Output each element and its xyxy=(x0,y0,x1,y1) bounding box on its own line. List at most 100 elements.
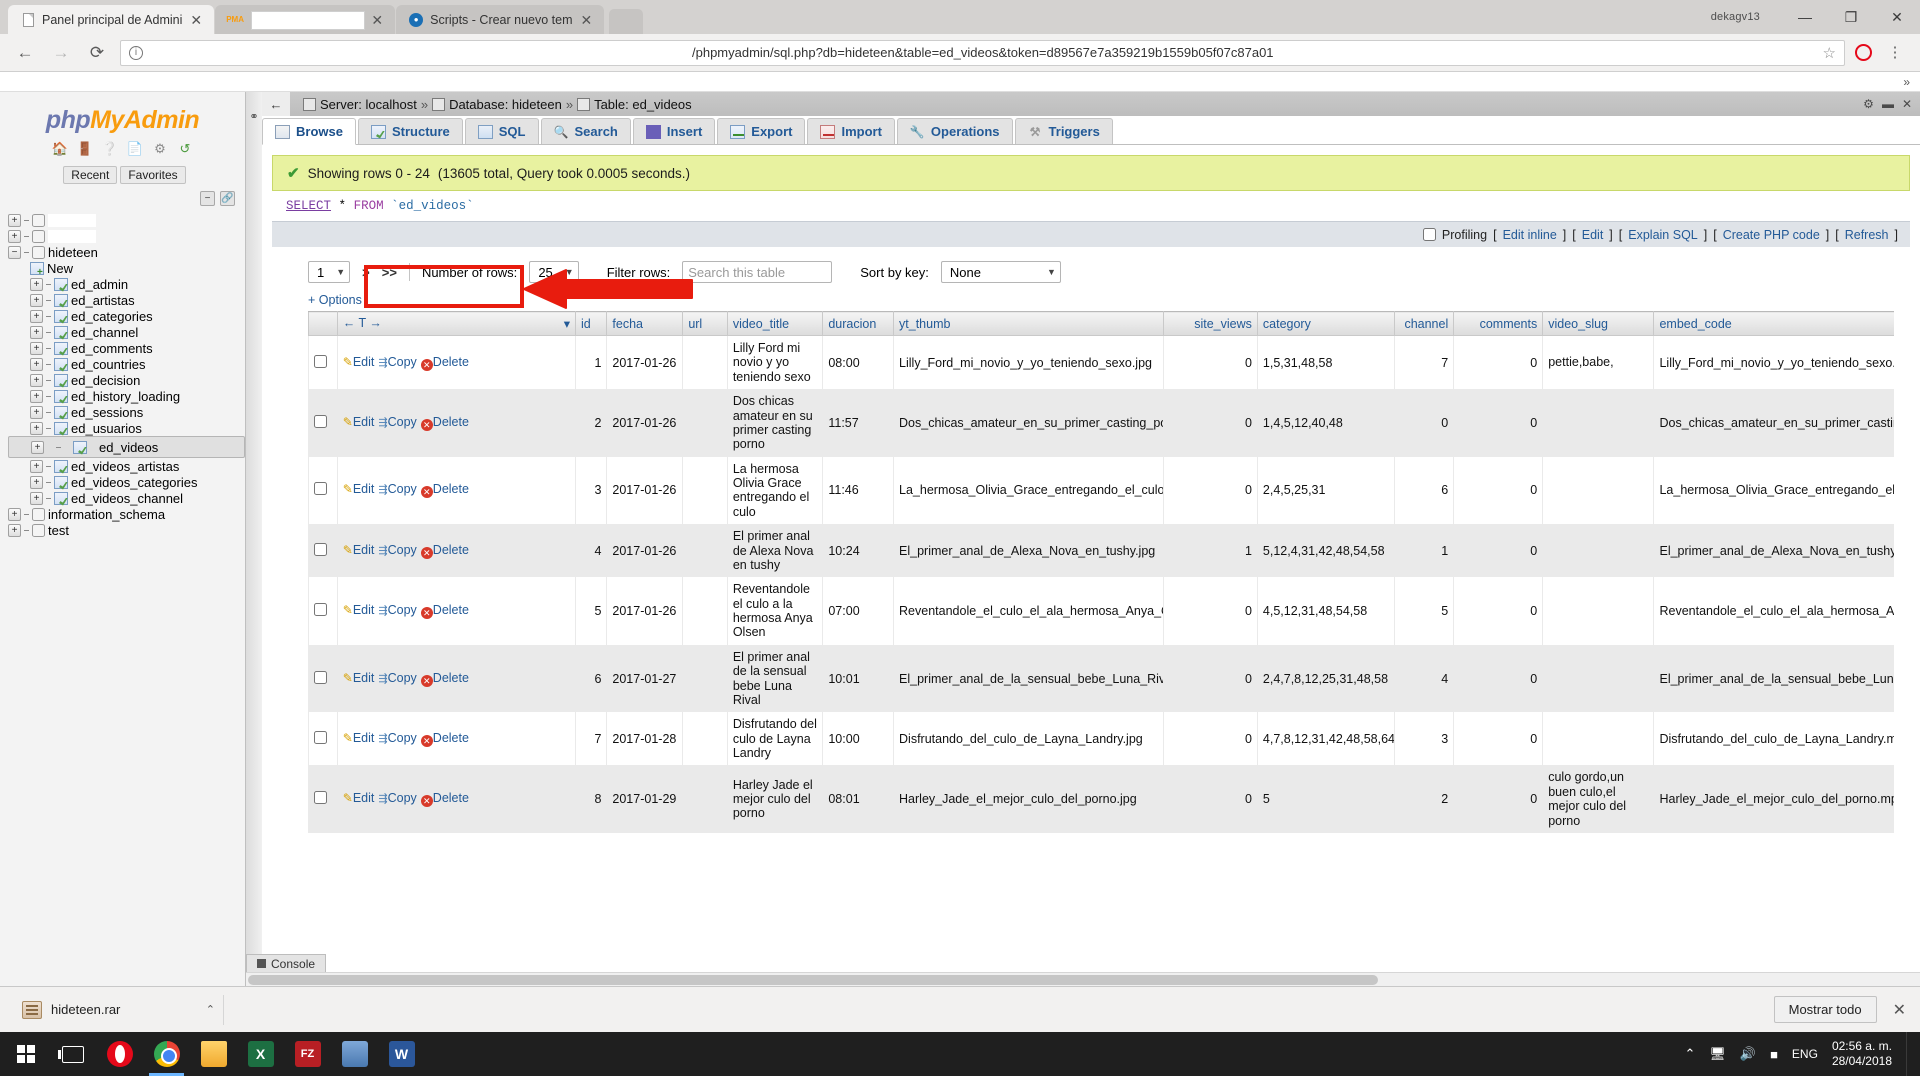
new-tab-button[interactable] xyxy=(609,9,644,34)
delete-link[interactable]: Delete xyxy=(433,482,469,496)
expand-icon[interactable]: + xyxy=(30,277,43,291)
sidebar-table-ed_videos_channel[interactable]: + ed_videos_channel xyxy=(8,490,245,506)
edit-icon[interactable]: ✎ xyxy=(343,731,353,745)
col-header-fecha[interactable]: fecha xyxy=(606,311,684,336)
expand-icon[interactable]: + xyxy=(30,325,43,339)
options-toggle[interactable]: + Options xyxy=(272,293,1910,307)
row-actions-cell[interactable]: ✎Edit ⇶Copy ✕ Delete xyxy=(336,524,577,578)
delete-link[interactable]: Delete xyxy=(433,415,469,429)
delete-icon[interactable]: ✕ xyxy=(420,795,433,808)
sort-order-header[interactable]: ← T → ▾ xyxy=(336,311,577,336)
delete-icon[interactable]: ✕ xyxy=(420,358,433,371)
expand-icon[interactable]: + xyxy=(30,389,43,403)
sidebar-table-ed_decision[interactable]: + ed_decision xyxy=(8,372,245,388)
refresh-link[interactable]: Refresh xyxy=(1845,228,1889,242)
refresh-icon[interactable]: ↺ xyxy=(176,140,194,158)
copy-link[interactable]: Copy xyxy=(388,603,417,617)
delete-icon[interactable]: ✕ xyxy=(420,734,433,747)
copy-link[interactable]: Copy xyxy=(388,791,417,805)
copy-icon[interactable]: ⇶ xyxy=(378,484,387,496)
row-actions-cell[interactable]: ✎Edit ⇶Copy ✕ Delete xyxy=(336,577,577,645)
delete-icon[interactable]: ✕ xyxy=(420,546,433,559)
show-desktop-button[interactable] xyxy=(1906,1032,1912,1076)
row-checkbox[interactable] xyxy=(314,603,327,616)
db-test[interactable]: + test xyxy=(8,522,245,538)
sort-by-key-select[interactable]: None ▼ xyxy=(940,261,1061,283)
row-checkbox-cell[interactable] xyxy=(308,577,338,645)
back-icon[interactable]: ← xyxy=(12,40,38,66)
download-item[interactable]: hideteen.rar ⌃ xyxy=(14,994,224,1025)
delete-link[interactable]: Delete xyxy=(433,543,469,557)
address-bar[interactable]: i /phpmyadmin/sql.php?db=hideteen&table=… xyxy=(120,39,1845,66)
docs-icon[interactable]: 📄 xyxy=(126,140,144,158)
sql-query-display[interactable]: SELECT * FROM `ed_videos` xyxy=(272,191,1910,221)
expand-icon[interactable]: + xyxy=(30,475,43,489)
table-row[interactable]: ✎Edit ⇶Copy ✕ Delete 2 2017-01-26 Dos chicas a… xyxy=(308,389,1894,457)
row-checkbox-cell[interactable] xyxy=(308,335,338,390)
file-explorer-icon[interactable] xyxy=(190,1032,237,1076)
console-button[interactable]: Console xyxy=(246,954,327,972)
maximize-button[interactable]: ❐ xyxy=(1828,3,1874,31)
copy-link[interactable]: Copy xyxy=(388,731,417,745)
row-checkbox[interactable] xyxy=(314,354,327,368)
edit-link[interactable]: Edit xyxy=(353,671,375,685)
taskbar-clock[interactable]: 02:56 a. m. 28/04/2018 xyxy=(1832,1039,1892,1069)
db-blank-1[interactable]: + xyxy=(8,212,245,228)
row-checkbox[interactable] xyxy=(314,414,327,428)
collapse-all-icon[interactable]: − xyxy=(200,191,215,206)
copy-link[interactable]: Copy xyxy=(388,415,417,429)
chrome-icon[interactable] xyxy=(143,1032,190,1076)
browser-tab-1[interactable]: Panel principal de Admini ✕ xyxy=(8,5,215,34)
forward-icon[interactable]: → xyxy=(48,40,74,66)
row-actions-cell[interactable]: ✎Edit ⇶Copy ✕ Delete xyxy=(336,389,577,457)
edit-icon[interactable]: ✎ xyxy=(343,482,353,496)
browser-tab-2[interactable]: PMA ✕ xyxy=(215,5,396,34)
edit-icon[interactable]: ✎ xyxy=(343,355,353,369)
expand-icon[interactable]: + xyxy=(8,229,21,243)
copy-icon[interactable]: ⇶ xyxy=(378,545,387,557)
close-icon[interactable]: ✕ xyxy=(579,13,595,27)
sidebar-table-ed_artistas[interactable]: + ed_artistas xyxy=(8,292,245,308)
delete-link[interactable]: Delete xyxy=(433,731,469,745)
copy-icon[interactable]: ⇶ xyxy=(378,673,387,685)
edit-link[interactable]: Edit xyxy=(353,415,375,429)
sidebar-table-ed_videos[interactable]: + ed_videos xyxy=(8,436,245,458)
edit-icon[interactable]: ✎ xyxy=(343,671,353,685)
settings-icon[interactable]: ⚙ xyxy=(1863,97,1874,111)
sidebar-table-ed_videos_categories[interactable]: + ed_videos_categories xyxy=(8,474,245,490)
next-page-button[interactable]: > xyxy=(362,265,370,280)
network-icon[interactable]: 🖥 xyxy=(1709,1046,1726,1062)
bookmarks-overflow-icon[interactable]: » xyxy=(1903,75,1910,89)
edit-link[interactable]: Edit xyxy=(1582,228,1604,242)
tab-operations[interactable]: 🔧 Operations xyxy=(896,118,1013,144)
sidebar-table-ed_categories[interactable]: + ed_categories xyxy=(8,308,245,324)
select-all-header[interactable] xyxy=(308,311,338,336)
reload-icon[interactable]: ⟳ xyxy=(84,40,110,66)
expand-icon[interactable]: + xyxy=(30,293,43,307)
db-hideteen[interactable]: − hideteen xyxy=(8,244,245,260)
minimize-panel-icon[interactable]: ▬ xyxy=(1882,97,1894,111)
col-header-yt_thumb[interactable]: yt_thumb xyxy=(893,311,1164,336)
horizontal-scrollbar[interactable] xyxy=(246,972,1920,986)
number-of-rows-select[interactable]: 25 ▼ xyxy=(529,261,579,283)
row-checkbox-cell[interactable] xyxy=(308,644,338,713)
col-header-comments[interactable]: comments xyxy=(1453,311,1544,336)
edit-icon[interactable]: ✎ xyxy=(343,791,353,805)
expand-icon[interactable]: + xyxy=(8,213,21,227)
close-download-bar-icon[interactable]: ✕ xyxy=(1893,1000,1906,1020)
logout-icon[interactable]: 🚪 xyxy=(76,140,94,158)
expand-icon[interactable]: + xyxy=(30,357,43,371)
row-checkbox-cell[interactable] xyxy=(308,712,338,766)
tab-export[interactable]: Export xyxy=(717,118,806,144)
favorites-tab[interactable]: Favorites xyxy=(120,166,186,184)
expand-icon[interactable]: + xyxy=(31,440,44,454)
tab-structure[interactable]: Structure xyxy=(357,118,463,144)
sidebar-table-ed_videos_artistas[interactable]: + ed_videos_artistas xyxy=(8,458,245,474)
delete-icon[interactable]: ✕ xyxy=(420,674,433,687)
row-checkbox-cell[interactable] xyxy=(308,389,338,457)
expand-icon[interactable]: + xyxy=(30,491,43,505)
col-header-channel[interactable]: channel xyxy=(1394,311,1455,336)
delete-link[interactable]: Delete xyxy=(433,355,469,369)
row-actions-cell[interactable]: ✎Edit ⇶Copy ✕ Delete xyxy=(336,644,577,713)
close-window-button[interactable]: ✕ xyxy=(1874,3,1920,31)
